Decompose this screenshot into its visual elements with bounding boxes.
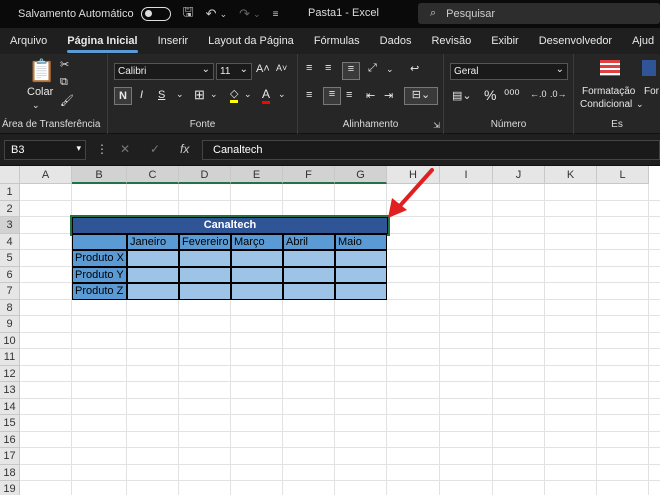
formula-bar-area: B3 ▾ ⋮ ✕ ✓ fx Canaltech — [0, 134, 660, 166]
title-bar: Salvamento Automático 🖫 ↶ ⌄ ↷ ⌄ ≡ Pasta1… — [0, 0, 660, 28]
insert-function-icon[interactable]: fx — [180, 142, 189, 156]
ribbon-tabs: Arquivo Página Inicial Inserir Layout da… — [0, 28, 660, 54]
font-color-icon[interactable]: A — [262, 87, 271, 104]
tab-dados[interactable]: Dados — [370, 35, 422, 47]
merge-center-button[interactable]: ⊟⌄ — [404, 87, 438, 105]
redo-dropdown-icon[interactable]: ⌄ — [253, 9, 261, 20]
tab-ajuda[interactable]: Ajud — [622, 35, 660, 47]
borders-icon[interactable]: ⊞ — [194, 87, 205, 103]
tab-revisao[interactable]: Revisão — [421, 35, 481, 47]
increase-indent-icon[interactable]: ⇥ — [384, 89, 393, 102]
paste-button[interactable]: Colar — [27, 86, 53, 98]
align-right-icon[interactable]: ≡ — [346, 89, 352, 101]
undo-icon[interactable]: ↶ — [206, 6, 217, 22]
tab-exibir[interactable]: Exibir — [481, 35, 529, 47]
search-icon: ⌕ — [430, 7, 437, 19]
window-title: Pasta1 - Excel — [308, 7, 379, 19]
conditional-formatting-icon[interactable] — [600, 60, 620, 76]
conditional-formatting-label[interactable]: Formatação — [582, 86, 635, 97]
tab-layout[interactable]: Layout da Página — [198, 35, 304, 47]
cut-icon[interactable]: ✂ — [60, 58, 69, 71]
autosave-label: Salvamento Automático — [18, 8, 134, 20]
fill-color-dropdown-icon[interactable]: ⌄ — [244, 89, 252, 100]
enter-icon[interactable]: ✓ — [150, 142, 160, 156]
increase-decimal-icon[interactable]: ←.0 — [530, 89, 547, 99]
accounting-icon[interactable]: ▤⌄ — [452, 89, 472, 102]
name-box-value: B3 — [11, 144, 25, 156]
name-box-dropdown-icon[interactable]: ▾ — [76, 143, 81, 154]
font-color-dropdown-icon[interactable]: ⌄ — [278, 89, 286, 100]
clipboard-group-label: Área de Transferência — [2, 119, 101, 130]
font-name-combo[interactable]: Calibri — [114, 62, 214, 80]
font-group-label: Fonte — [189, 119, 216, 130]
alignment-group: ≡ ≡ ≡ ⤢ ⌄ ↩ ≡ ≡ ≡ ⇤ ⇥ ⊟⌄ Alinhamento ⇲ — [298, 54, 444, 134]
font-size-combo[interactable]: 11 — [216, 62, 252, 80]
tab-desenvolvedor[interactable]: Desenvolvedor — [529, 35, 622, 47]
align-center-icon[interactable]: ≡ — [323, 87, 341, 105]
spreadsheet-grid[interactable]: A B C D E F G H I J K L 1 2 3 4 5 6 7 8 9 10 11 12 13 14 15 16 17 18 1… — [0, 166, 660, 495]
more-options-icon[interactable]: ⋮ — [96, 142, 108, 156]
underline-dropdown-icon[interactable]: ⌄ — [176, 89, 184, 100]
customize-toolbar-icon[interactable]: ≡ — [273, 9, 279, 20]
fill-color-icon[interactable]: ◇ — [230, 87, 239, 103]
italic-button[interactable]: I — [140, 89, 143, 101]
conditional-formatting-dropdown-icon[interactable]: ⌄ — [636, 99, 644, 110]
orientation-dropdown-icon[interactable]: ⌄ — [386, 64, 394, 75]
number-format-combo[interactable]: Geral — [450, 62, 568, 80]
cancel-icon[interactable]: ✕ — [120, 142, 130, 156]
number-group: Geral ▤⌄ % ⁰⁰⁰ ←.0 .0→ Número — [444, 54, 574, 134]
alignment-dialog-icon[interactable]: ⇲ — [433, 121, 440, 130]
formula-input[interactable]: Canaltech — [202, 140, 660, 160]
tab-pagina-inicial[interactable]: Página Inicial — [57, 35, 147, 53]
styles-group: Formatação Condicional ⌄ For Es — [574, 54, 660, 134]
red-arrow-annotation — [388, 168, 434, 218]
align-middle-icon[interactable]: ≡ — [325, 62, 331, 74]
percent-icon[interactable]: % — [484, 87, 496, 103]
tab-arquivo[interactable]: Arquivo — [0, 35, 57, 47]
comma-style-icon[interactable]: ⁰⁰⁰ — [504, 87, 520, 103]
paste-icon[interactable]: 📋 — [28, 58, 55, 84]
search-placeholder: Pesquisar — [446, 7, 496, 20]
redo-icon[interactable]: ↷ — [239, 6, 250, 22]
decrease-font-icon[interactable]: A˅ — [276, 63, 287, 73]
increase-font-icon[interactable]: A˄ — [256, 63, 270, 75]
name-box[interactable]: B3 ▾ — [4, 140, 86, 160]
decrease-decimal-icon[interactable]: .0→ — [550, 89, 567, 99]
ribbon: 📋 Colar ⌄ ✂ ⧉ 🖌 Área de Transferência Ca… — [0, 54, 660, 134]
paste-dropdown-icon[interactable]: ⌄ — [32, 100, 40, 111]
format-table-icon[interactable] — [642, 60, 656, 76]
conditional-formatting-label-2[interactable]: Condicional — [580, 99, 632, 110]
search-box[interactable]: ⌕ Pesquisar — [418, 3, 660, 24]
font-group: Calibri 11 A˄ A˅ N I S ⌄ ⊞ ⌄ ◇ ⌄ A ⌄ Fon… — [108, 54, 298, 134]
orientation-icon[interactable]: ⤢ — [368, 62, 377, 75]
align-bottom-icon[interactable]: ≡ — [342, 62, 360, 80]
save-icon[interactable]: 🖫 — [183, 3, 194, 25]
align-left-icon[interactable]: ≡ — [306, 89, 312, 101]
align-top-icon[interactable]: ≡ — [306, 62, 312, 74]
copy-icon[interactable]: ⧉ — [60, 76, 68, 89]
undo-dropdown-icon[interactable]: ⌄ — [220, 9, 228, 20]
borders-dropdown-icon[interactable]: ⌄ — [210, 89, 218, 100]
format-table-label[interactable]: For — [644, 86, 659, 97]
tab-inserir[interactable]: Inserir — [148, 35, 199, 47]
number-group-label: Número — [490, 119, 527, 130]
tab-formulas[interactable]: Fórmulas — [304, 35, 370, 47]
bold-button[interactable]: N — [114, 87, 132, 105]
decrease-indent-icon[interactable]: ⇤ — [366, 89, 375, 102]
styles-group-label: Es — [611, 119, 623, 130]
alignment-group-label: Alinhamento — [342, 119, 399, 130]
underline-button[interactable]: S — [158, 89, 165, 101]
clipboard-group: 📋 Colar ⌄ ✂ ⧉ 🖌 Área de Transferência — [0, 54, 108, 134]
format-painter-icon[interactable]: 🖌 — [60, 94, 74, 107]
wrap-text-icon[interactable]: ↩ — [410, 62, 419, 75]
autosave-toggle[interactable] — [140, 7, 171, 21]
